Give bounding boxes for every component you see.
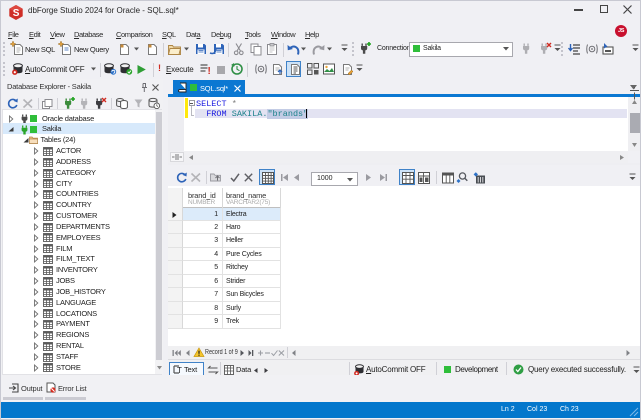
svg-text:T: T: [177, 366, 182, 375]
svg-text:!: !: [208, 66, 211, 77]
svg-text:S: S: [13, 8, 20, 19]
